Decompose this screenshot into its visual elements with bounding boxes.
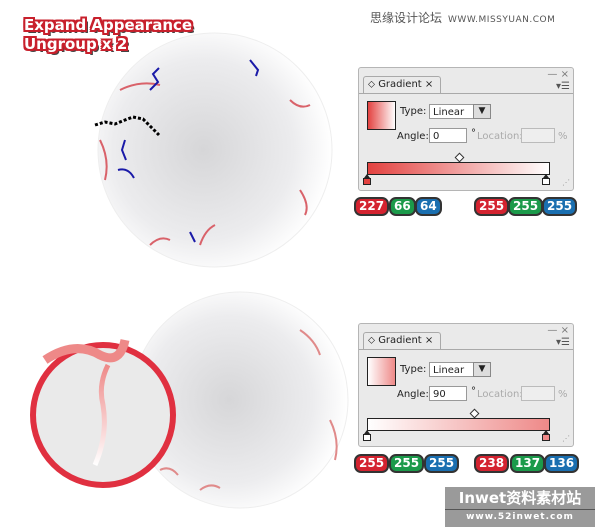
location-input[interactable] [521,128,555,143]
watermark-logo: Inwet资料素材站 www.52inwet.com [445,487,595,527]
chevron-down-icon[interactable]: ▼ [473,362,491,377]
left-b-value: 64 [415,197,442,216]
watermark-url: www.52inwet.com [445,509,595,525]
color-stop-right[interactable] [542,430,550,441]
angle-input[interactable]: 0 [429,128,467,143]
left-g-value: 66 [389,197,416,216]
degree-symbol: ° [471,386,476,397]
location-label: Location: [477,131,523,142]
location-label: Location: [477,389,523,400]
location-input[interactable] [521,386,555,401]
right-g-value: 137 [510,454,546,473]
angle-label: Angle: [397,131,429,142]
angle-input[interactable]: 90 [429,386,467,401]
type-select[interactable]: Linear [429,362,477,377]
angle-label: Angle: [397,389,429,400]
left-g-value: 255 [389,454,425,473]
panel-menu-icon[interactable]: ▾☰ [556,81,570,92]
gradient-panel-bottom: ⬦ Gradient × — × ▾☰ Type: Linear ▼ Angle… [358,323,574,447]
left-b-value: 255 [424,454,460,473]
type-label: Type: [400,106,427,117]
percent-symbol: % [558,389,568,400]
gradient-panel-top: ⬦ Gradient × — × ▾☰ Type: Linear ▼ Angle… [358,67,574,191]
left-r-value: 255 [354,454,390,473]
gradient-bar[interactable] [367,162,550,175]
gradient-swatch[interactable] [367,101,396,130]
magnifier-circle [30,338,176,488]
color-stop-right[interactable] [542,174,550,185]
panel-minimize-close-icon[interactable]: — × [547,69,569,80]
tab-gradient[interactable]: ⬦ Gradient × [363,332,441,349]
right-g-value: 255 [508,197,544,216]
tab-close-icon[interactable]: × [425,79,433,90]
degree-symbol: ° [471,128,476,139]
tab-close-icon[interactable]: × [425,335,433,346]
type-select[interactable]: Linear [429,104,477,119]
midpoint-diamond[interactable] [469,408,480,419]
right-b-value: 255 [542,197,578,216]
gradient-bar[interactable] [367,418,550,431]
watermark-title: Inwet资料素材站 [458,489,582,507]
panel-menu-icon[interactable]: ▾☰ [556,337,570,348]
right-b-value: 136 [544,454,580,473]
gradient-swatch[interactable] [367,357,396,386]
color-stop-left[interactable] [363,430,371,441]
right-r-value: 238 [474,454,510,473]
tab-gradient[interactable]: ⬦ Gradient × [363,76,441,93]
resize-grip-icon[interactable]: ⋰ [562,434,570,443]
tab-label: Gradient [378,335,422,346]
panel-minimize-close-icon[interactable]: — × [547,325,569,336]
color-stop-left[interactable] [363,174,371,185]
left-r-value: 227 [354,197,390,216]
type-label: Type: [400,364,427,375]
eyeball-top [94,32,333,268]
right-r-value: 255 [474,197,510,216]
tab-label: Gradient [378,79,422,90]
chevron-down-icon[interactable]: ▼ [473,104,491,119]
percent-symbol: % [558,131,568,142]
midpoint-diamond[interactable] [454,152,465,163]
resize-grip-icon[interactable]: ⋰ [562,178,570,187]
